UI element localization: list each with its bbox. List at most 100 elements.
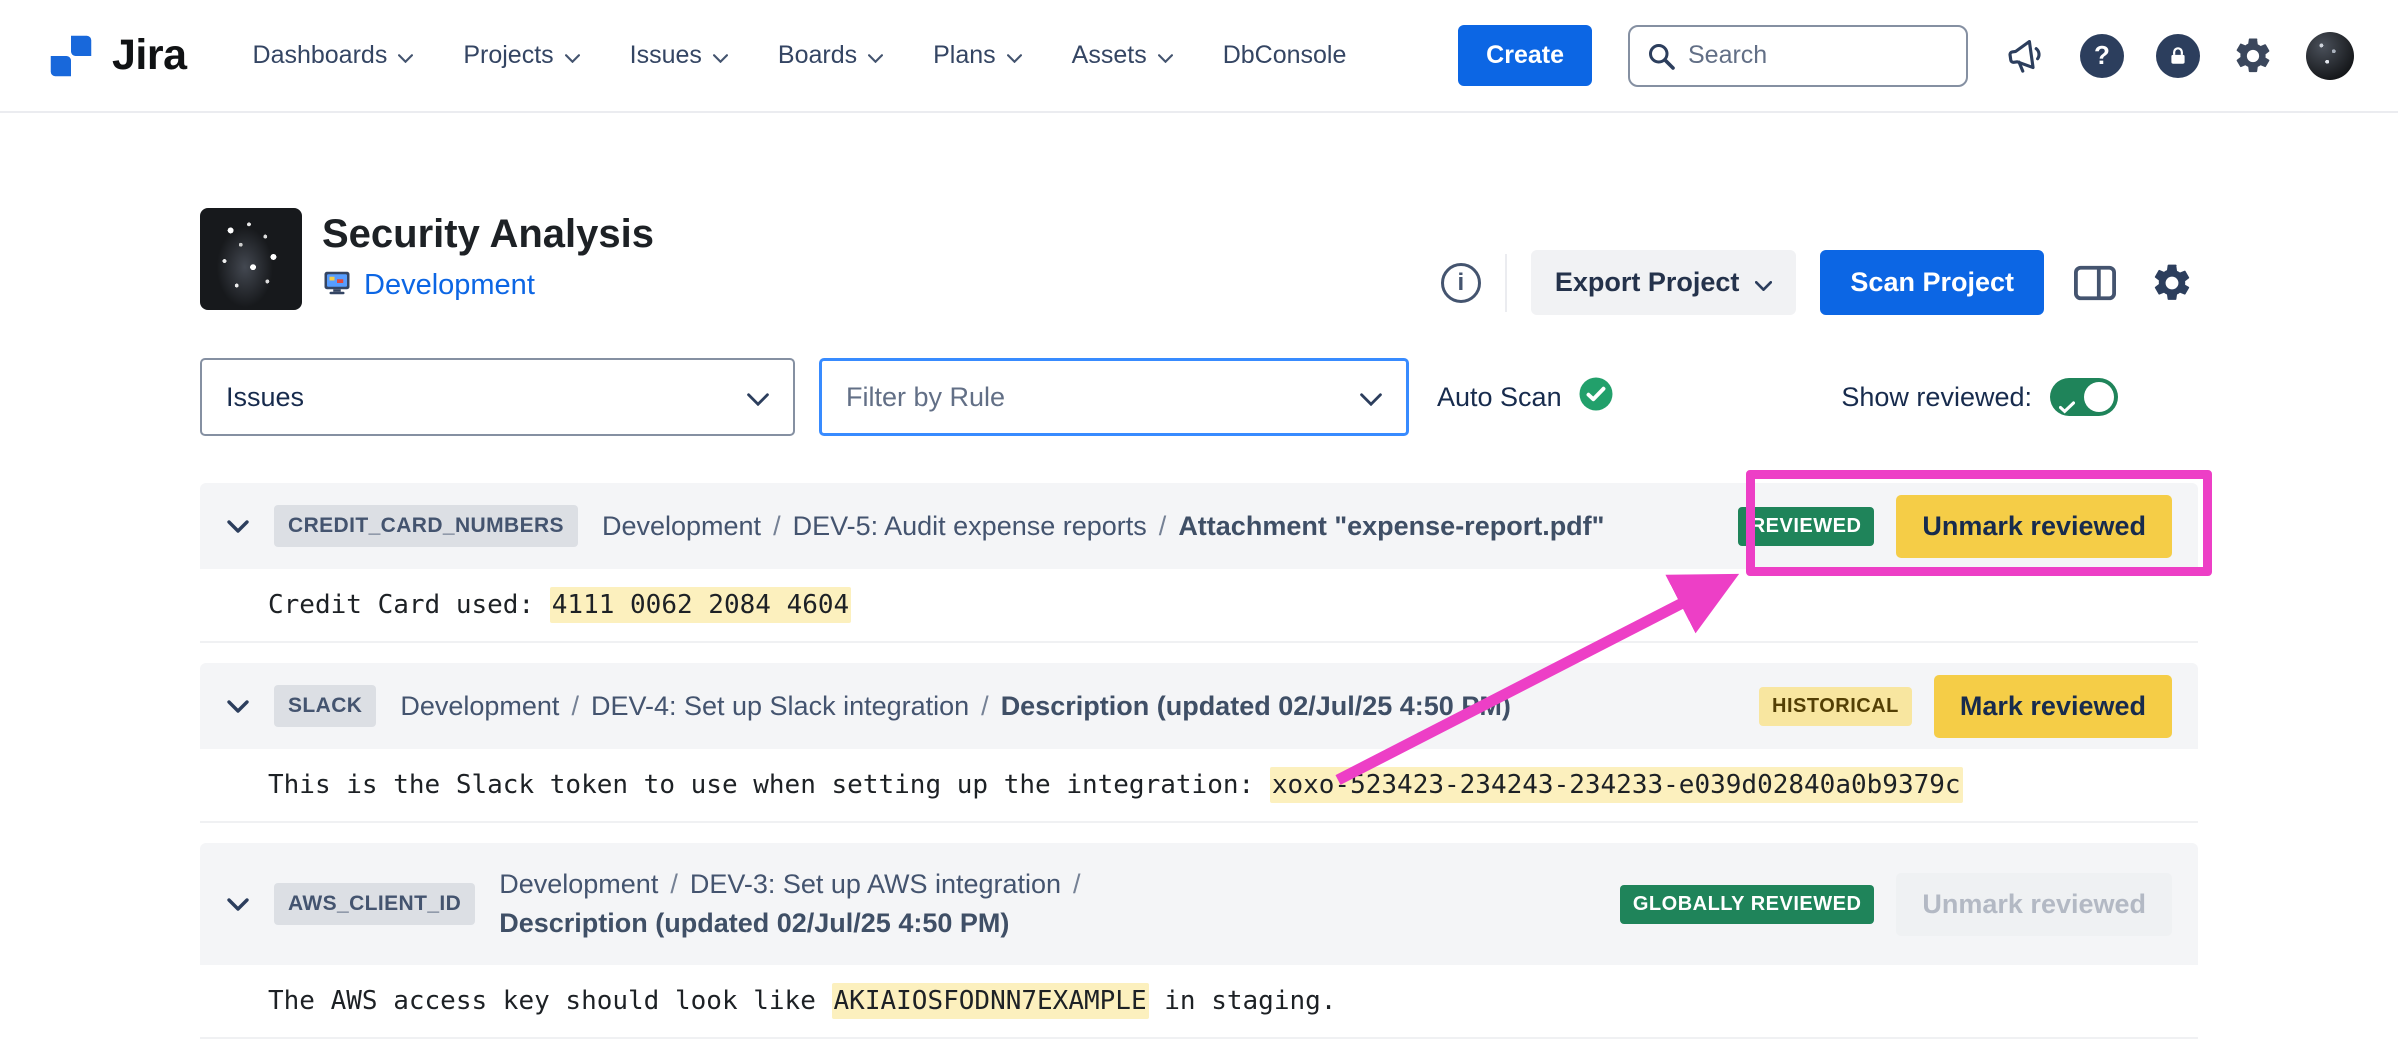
scan-project-button[interactable]: Scan Project: [1820, 250, 2044, 315]
page-title: Security Analysis: [322, 212, 654, 257]
rule-badge: AWS_CLIENT_ID: [274, 883, 475, 925]
project-breadcrumb: Development: [322, 269, 654, 302]
findings-list: CREDIT_CARD_NUMBERS Development / DEV-5:…: [200, 483, 2198, 1039]
export-project-button[interactable]: Export Project: [1531, 250, 1797, 315]
status-badge: HISTORICAL: [1759, 687, 1912, 726]
chevron-down-icon: [713, 41, 728, 70]
finding-snippet: The AWS access key should look like AKIA…: [268, 986, 1336, 1016]
unmark-reviewed-button-disabled[interactable]: Unmark reviewed: [1896, 873, 2172, 936]
top-nav-bar: Jira Dashboards Projects Issues Boards P…: [0, 0, 2398, 113]
project-link[interactable]: Development: [364, 269, 535, 302]
finding-snippet-row: This is the Slack token to use when sett…: [200, 749, 2198, 823]
nav-issues[interactable]: Issues: [630, 41, 728, 70]
show-reviewed-toggle[interactable]: [2050, 378, 2118, 416]
header-actions: i Export Project Scan Project: [1441, 250, 2198, 315]
collapse-chevron-icon[interactable]: [226, 699, 250, 714]
finding-snippet-row: Credit Card used: 4111 0062 2084 4604: [200, 569, 2198, 643]
finding-snippet: This is the Slack token to use when sett…: [268, 770, 1963, 800]
finding-header[interactable]: SLACK Development / DEV-4: Set up Slack …: [200, 663, 2198, 749]
auto-scan-label: Auto Scan: [1437, 382, 1562, 413]
finding-card-credit-card: CREDIT_CARD_NUMBERS Development / DEV-5:…: [200, 483, 2198, 643]
breadcrumb-issue-link[interactable]: DEV-3: Set up AWS integration: [690, 869, 1061, 900]
nav-plans[interactable]: Plans: [933, 41, 1022, 70]
collapse-chevron-icon[interactable]: [226, 519, 250, 534]
nav-assets[interactable]: Assets: [1072, 41, 1173, 70]
user-avatar[interactable]: [2306, 32, 2354, 80]
breadcrumb-location: Attachment "expense-report.pdf": [1178, 511, 1604, 542]
breadcrumb-location: Description (updated 02/Jul/25 4:50 PM): [1001, 691, 1511, 722]
rule-filter-select[interactable]: Filter by Rule: [819, 358, 1409, 436]
top-icons: ?: [2006, 32, 2354, 80]
finding-breadcrumb: Development / DEV-5: Audit expense repor…: [602, 511, 1605, 542]
search-input[interactable]: [1688, 41, 1950, 70]
breadcrumb-project-link[interactable]: Development: [400, 691, 559, 722]
lock-icon[interactable]: [2156, 34, 2200, 78]
show-reviewed-control: Show reviewed:: [1841, 378, 2118, 416]
snippet-text-before: The AWS access key should look like: [268, 986, 832, 1016]
filter-row: Issues Filter by Rule Auto Scan Show rev…: [200, 358, 2198, 436]
chevron-down-icon: [1360, 382, 1382, 413]
announcements-megaphone-icon[interactable]: [2003, 32, 2050, 79]
breadcrumb-issue-link[interactable]: DEV-4: Set up Slack integration: [591, 691, 969, 722]
project-header: Security Analysis Development i Export P…: [200, 208, 2198, 310]
chevron-down-icon: [565, 41, 580, 70]
breadcrumb-project-link[interactable]: Development: [602, 511, 761, 542]
nav-dbconsole[interactable]: DbConsole: [1223, 41, 1347, 70]
finding-card-aws: AWS_CLIENT_ID Development / DEV-3: Set u…: [200, 843, 2198, 1039]
issues-type-select[interactable]: Issues: [200, 358, 795, 436]
finding-header[interactable]: AWS_CLIENT_ID Development / DEV-3: Set u…: [200, 843, 2198, 965]
breadcrumb-separator: /: [981, 691, 989, 722]
help-icon[interactable]: ?: [2080, 34, 2124, 78]
auto-scan-check-icon: [1578, 376, 1614, 419]
snippet-highlight: xoxo-523423-234243-234233-e039d02840a0b9…: [1270, 767, 1963, 803]
rule-badge: CREDIT_CARD_NUMBERS: [274, 505, 578, 547]
chevron-down-icon: [868, 41, 883, 70]
snippet-highlight: AKIAIOSFODNN7EXAMPLE: [832, 983, 1149, 1019]
project-avatar: [200, 208, 302, 310]
project-meta: Security Analysis Development: [322, 208, 654, 302]
breadcrumb-location: Description (updated 02/Jul/25 4:50 PM): [499, 908, 1009, 939]
nav-projects[interactable]: Projects: [463, 41, 579, 70]
collapse-chevron-icon[interactable]: [226, 897, 250, 912]
breadcrumb-separator: /: [1073, 869, 1081, 900]
nav-projects-label: Projects: [463, 41, 553, 70]
nav-boards-label: Boards: [778, 41, 857, 70]
breadcrumb-separator: /: [670, 869, 678, 900]
main-content: Security Analysis Development i Export P…: [200, 208, 2198, 1039]
nav-dbconsole-label: DbConsole: [1223, 41, 1347, 70]
snippet-text-before: Credit Card used:: [268, 590, 550, 620]
search-box[interactable]: [1628, 25, 1968, 87]
project-monitor-icon: [322, 269, 352, 302]
export-project-label: Export Project: [1555, 267, 1740, 298]
chevron-down-icon: [1007, 41, 1022, 70]
detail-view-icon[interactable]: [2068, 258, 2122, 308]
breadcrumb-project-link[interactable]: Development: [499, 869, 658, 900]
page: Jira Dashboards Projects Issues Boards P…: [0, 0, 2398, 1039]
breadcrumb-issue-link[interactable]: DEV-5: Audit expense reports: [793, 511, 1147, 542]
settings-gear-icon[interactable]: [2232, 35, 2274, 77]
help-glyph: ?: [2094, 40, 2110, 71]
project-settings-gear-icon[interactable]: [2146, 257, 2198, 309]
rule-select-placeholder: Filter by Rule: [846, 382, 1005, 413]
jira-logo-icon: [44, 29, 98, 83]
nav-issues-label: Issues: [630, 41, 702, 70]
divider: [1505, 254, 1507, 312]
brand-name: Jira: [112, 31, 187, 80]
chevron-down-icon: [398, 41, 413, 70]
finding-actions: GLOBALLY REVIEWED Unmark reviewed: [1620, 873, 2172, 936]
mark-reviewed-button[interactable]: Mark reviewed: [1934, 675, 2172, 738]
finding-header[interactable]: CREDIT_CARD_NUMBERS Development / DEV-5:…: [200, 483, 2198, 569]
show-reviewed-label: Show reviewed:: [1841, 382, 2032, 413]
search-icon: [1646, 41, 1676, 71]
jira-home-link[interactable]: Jira: [44, 29, 187, 83]
snippet-highlight: 4111 0062 2084 4604: [550, 587, 851, 623]
finding-card-slack: SLACK Development / DEV-4: Set up Slack …: [200, 663, 2198, 823]
nav-boards[interactable]: Boards: [778, 41, 883, 70]
breadcrumb-separator: /: [571, 691, 579, 722]
finding-breadcrumb: Development / DEV-4: Set up Slack integr…: [400, 691, 1510, 722]
nav-dashboards[interactable]: Dashboards: [253, 41, 414, 70]
create-button[interactable]: Create: [1458, 25, 1592, 86]
unmark-reviewed-button[interactable]: Unmark reviewed: [1896, 495, 2172, 558]
snippet-text-before: This is the Slack token to use when sett…: [268, 770, 1270, 800]
info-icon[interactable]: i: [1441, 263, 1481, 303]
